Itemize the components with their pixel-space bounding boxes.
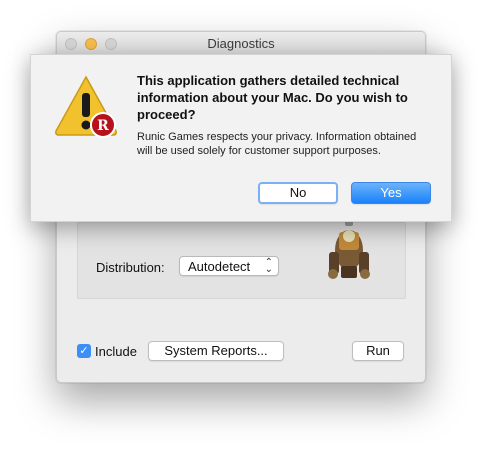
include-label: Include [95, 344, 137, 359]
run-button[interactable]: Run [352, 341, 404, 361]
alert-title: This application gathers detailed techni… [137, 73, 408, 122]
title-bar[interactable]: Diagnostics [57, 32, 425, 55]
yes-button[interactable]: Yes [351, 182, 431, 204]
system-reports-button[interactable]: System Reports... [148, 341, 284, 361]
alert-message: Runic Games respects your privacy. Infor… [137, 131, 417, 157]
updown-arrows-icon: ⌃ ⌄ [264, 257, 273, 275]
distribution-select[interactable]: Autodetect ⌃ ⌄ [179, 256, 279, 276]
no-button[interactable]: No [258, 182, 338, 204]
alert-sheet: R This application gathers detailed tech… [30, 54, 452, 222]
svg-text:R: R [97, 118, 109, 134]
robot-mascot-image [328, 218, 370, 279]
include-checkbox[interactable]: ✓ [77, 344, 91, 358]
distribution-label: Distribution: [96, 260, 165, 275]
window-title: Diagnostics [207, 36, 275, 51]
distribution-value: Autodetect [188, 259, 251, 274]
warning-icon: R [55, 75, 117, 138]
